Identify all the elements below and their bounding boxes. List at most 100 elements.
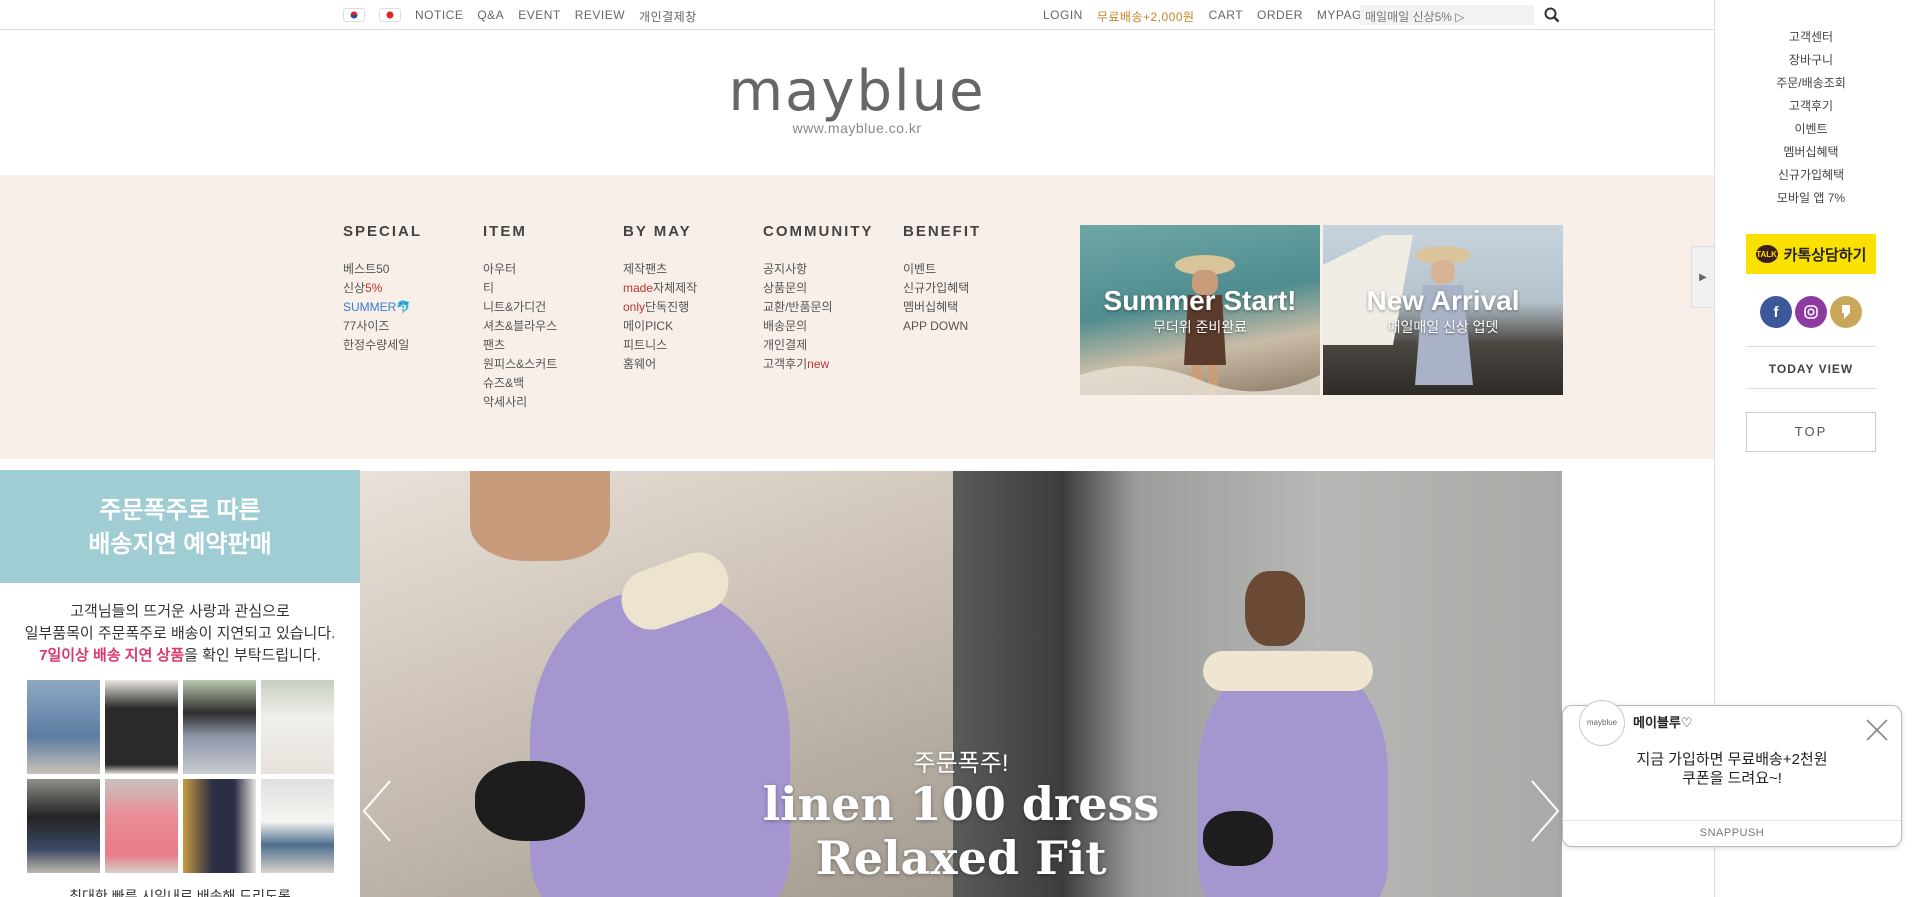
hero-title-line: Relaxed Fit [815, 831, 1107, 885]
scroll-top-button[interactable]: TOP [1746, 412, 1876, 452]
menu-title-item[interactable]: ITEM [483, 223, 557, 240]
delivery-delay-notice[interactable]: 주문폭주로 따른 배송지연 예약판매 고객님들의 뜨거운 사랑과 관심으로 일부… [0, 470, 360, 897]
menu-item[interactable]: 베스트50 [343, 260, 422, 279]
menu-item[interactable]: 상품문의 [763, 279, 874, 298]
push-notification-popup[interactable]: mayblue 메이블루♡ 지금 가입하면 무료배송+2천원 쿠폰을 드려요~!… [1562, 700, 1902, 847]
menu-item[interactable]: 한정수량세일 [343, 336, 422, 355]
menu-title-special[interactable]: SPECIAL [343, 223, 422, 240]
menu-item-badge: new [807, 357, 830, 371]
notice-highlight: 7일이상 배송 지연 상품 [39, 647, 185, 664]
notice-header: 주문폭주로 따른 배송지연 예약판매 [0, 470, 360, 583]
page: { "topbar": { "nav_left": ["NOTICE", "Q&… [0, 0, 1920, 897]
search-input[interactable]: 매일매일 신상5% ▷ [1360, 5, 1534, 25]
slider-prev-arrow-icon[interactable] [360, 776, 394, 846]
close-icon[interactable] [1863, 716, 1891, 744]
product-thumbnail[interactable] [105, 779, 178, 873]
menu-item[interactable]: 홈웨어 [623, 355, 697, 374]
sidebar-links: 고객센터 장바구니 주문/배송조회 고객후기 이벤트 멤버십혜택 신규가입혜택 … [1715, 26, 1907, 210]
sidebar-link-membership[interactable]: 멤버십혜택 [1715, 141, 1907, 164]
product-thumbnail[interactable] [261, 680, 334, 774]
nav-qna[interactable]: Q&A [477, 8, 504, 25]
product-thumbnail[interactable] [261, 779, 334, 873]
product-thumbnail[interactable] [105, 680, 178, 774]
nav-notice[interactable]: NOTICE [415, 8, 463, 25]
nav-cart[interactable]: CART [1209, 8, 1243, 25]
menu-item-label: 고객후기 [763, 357, 808, 371]
hero-figure-shape [1245, 571, 1305, 646]
sidebar-link-mobile-app[interactable]: 모바일 앱 7% [1715, 187, 1907, 210]
nav-event[interactable]: EVENT [518, 8, 561, 25]
sidebar-toggle-tab[interactable]: ▶ [1691, 246, 1714, 308]
menu-item[interactable]: 이벤트 [903, 260, 981, 279]
menu-item[interactable]: 개인결제 [763, 336, 874, 355]
menu-item[interactable]: SUMMER🐬 [343, 298, 422, 317]
menu-col-benefit: BENEFIT 이벤트 신규가입혜택 멤버십혜택 APP DOWN [903, 223, 981, 336]
menu-col-item: ITEM 아우터 티 니트&가디건 셔츠&블라우스 팬츠 원피스&스커트 슈즈&… [483, 223, 557, 412]
nav-personal-payment[interactable]: 개인결제창 [639, 8, 697, 25]
menu-item-label: 단독진행 [645, 300, 690, 314]
slider-next-arrow-icon[interactable] [1528, 776, 1562, 846]
menu-item[interactable]: 원피스&스커트 [483, 355, 557, 374]
menu-title-community[interactable]: COMMUNITY [763, 223, 874, 240]
menu-item[interactable]: 멤버십혜택 [903, 298, 981, 317]
facebook-icon[interactable]: f [1760, 296, 1792, 328]
sidebar-link-reviews[interactable]: 고객후기 [1715, 95, 1907, 118]
product-thumbnail[interactable] [27, 779, 100, 873]
menu-item[interactable]: 공지사항 [763, 260, 874, 279]
menu-item[interactable]: 신규가입혜택 [903, 279, 981, 298]
sidebar-link-signup-benefit[interactable]: 신규가입혜택 [1715, 164, 1907, 187]
banner-summer-start[interactable]: Summer Start! 무더위 준비완료 [1080, 225, 1320, 395]
menu-item[interactable]: 고객후기new [763, 355, 874, 374]
hero-figure-shape [470, 471, 610, 561]
product-thumbnail[interactable] [183, 680, 256, 774]
menu-item[interactable]: 티 [483, 279, 557, 298]
logo-url: www.mayblue.co.kr [792, 120, 922, 136]
search-icon[interactable] [1543, 6, 1561, 24]
main-hero-slider[interactable]: 주문폭주! linen 100 dress Relaxed Fit [360, 471, 1562, 897]
sidebar-link-cart[interactable]: 장바구니 [1715, 49, 1907, 72]
product-thumbnail[interactable] [183, 779, 256, 873]
top-bar: NOTICE Q&A EVENT REVIEW 개인결제창 LOGIN 무료배송… [0, 0, 1714, 30]
menu-item[interactable]: APP DOWN [903, 317, 981, 336]
today-view-label[interactable]: TODAY VIEW [1715, 362, 1907, 376]
menu-item[interactable]: 피트니스 [623, 336, 697, 355]
product-thumbnail[interactable] [27, 680, 100, 774]
story-icon[interactable] [1830, 296, 1862, 328]
menu-item[interactable]: 교환/반품문의 [763, 298, 874, 317]
menu-item[interactable]: 니트&가디건 [483, 298, 557, 317]
site-logo[interactable]: mayblue www.mayblue.co.kr [0, 62, 1714, 137]
menu-title-bymay[interactable]: BY MAY [623, 223, 697, 240]
nav-review[interactable]: REVIEW [575, 8, 625, 25]
menu-item[interactable]: 77사이즈 [343, 317, 422, 336]
hero-title-line: linen 100 dress [762, 777, 1160, 831]
notice-text-rest: 을 확인 부탁드립니다. [184, 647, 321, 664]
menu-item[interactable]: 배송문의 [763, 317, 874, 336]
sidebar-link-order-tracking[interactable]: 주문/배송조회 [1715, 72, 1907, 95]
sidebar-link-customer-center[interactable]: 고객센터 [1715, 26, 1907, 49]
banner-new-arrival[interactable]: New Arrival 매일매일 신상 업뎃 [1323, 225, 1563, 395]
korea-flag-icon[interactable] [343, 8, 365, 22]
menu-col-bymay: BY MAY 제작팬츠 made자체제작 only단독진행 메이PICK 피트니… [623, 223, 697, 374]
nav-free-shipping[interactable]: 무료배송+2,000원 [1097, 8, 1195, 25]
sidebar-link-events[interactable]: 이벤트 [1715, 118, 1907, 141]
menu-item[interactable]: made자체제작 [623, 279, 697, 298]
menu-item[interactable]: 메이PICK [623, 317, 697, 336]
menu-item[interactable]: 제작팬츠 [623, 260, 697, 279]
logo-text[interactable]: mayblue [0, 62, 1714, 122]
menu-item[interactable]: 아우터 [483, 260, 557, 279]
nav-login[interactable]: LOGIN [1043, 8, 1083, 25]
menu-item[interactable]: only단독진행 [623, 298, 697, 317]
menu-item[interactable]: 신상5% [343, 279, 422, 298]
kakao-chat-button[interactable]: TALK 카톡상담하기 [1746, 234, 1876, 274]
notice-text: 7일이상 배송 지연 상품을 확인 부탁드립니다. [0, 645, 360, 667]
menu-item[interactable]: 셔츠&블라우스 [483, 317, 557, 336]
menu-item[interactable]: 팬츠 [483, 336, 557, 355]
notice-text: 일부품목이 주문폭주로 배송이 지연되고 있습니다. [24, 625, 336, 642]
menu-title-benefit[interactable]: BENEFIT [903, 223, 981, 240]
instagram-icon[interactable] [1795, 296, 1827, 328]
nav-order[interactable]: ORDER [1257, 8, 1303, 25]
menu-item[interactable]: 슈즈&백 [483, 374, 557, 393]
japan-flag-icon[interactable] [379, 8, 401, 22]
notice-body: 고객님들의 뜨거운 사랑과 관심으로 일부품목이 주문폭주로 배송이 지연되고 … [0, 583, 360, 667]
menu-item[interactable]: 악세사리 [483, 393, 557, 412]
